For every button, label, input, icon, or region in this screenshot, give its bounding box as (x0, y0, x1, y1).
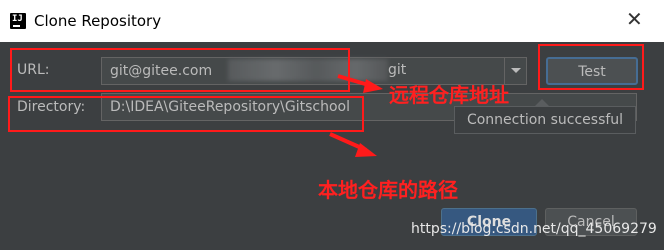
arrow-to-local-label (329, 132, 377, 157)
remote-address-annotation: 远程仓库地址 (389, 83, 509, 107)
local-path-annotation: 本地仓库的路径 (318, 178, 458, 202)
clone-repository-dialog: IJ Clone Repository ✕ URL: git@gitee.com… (0, 0, 664, 250)
watermark: https://blog.csdn.net/qq_45069279 (411, 221, 657, 237)
annotation-arrows (329, 74, 383, 157)
arrow-to-remote-label (337, 74, 383, 93)
